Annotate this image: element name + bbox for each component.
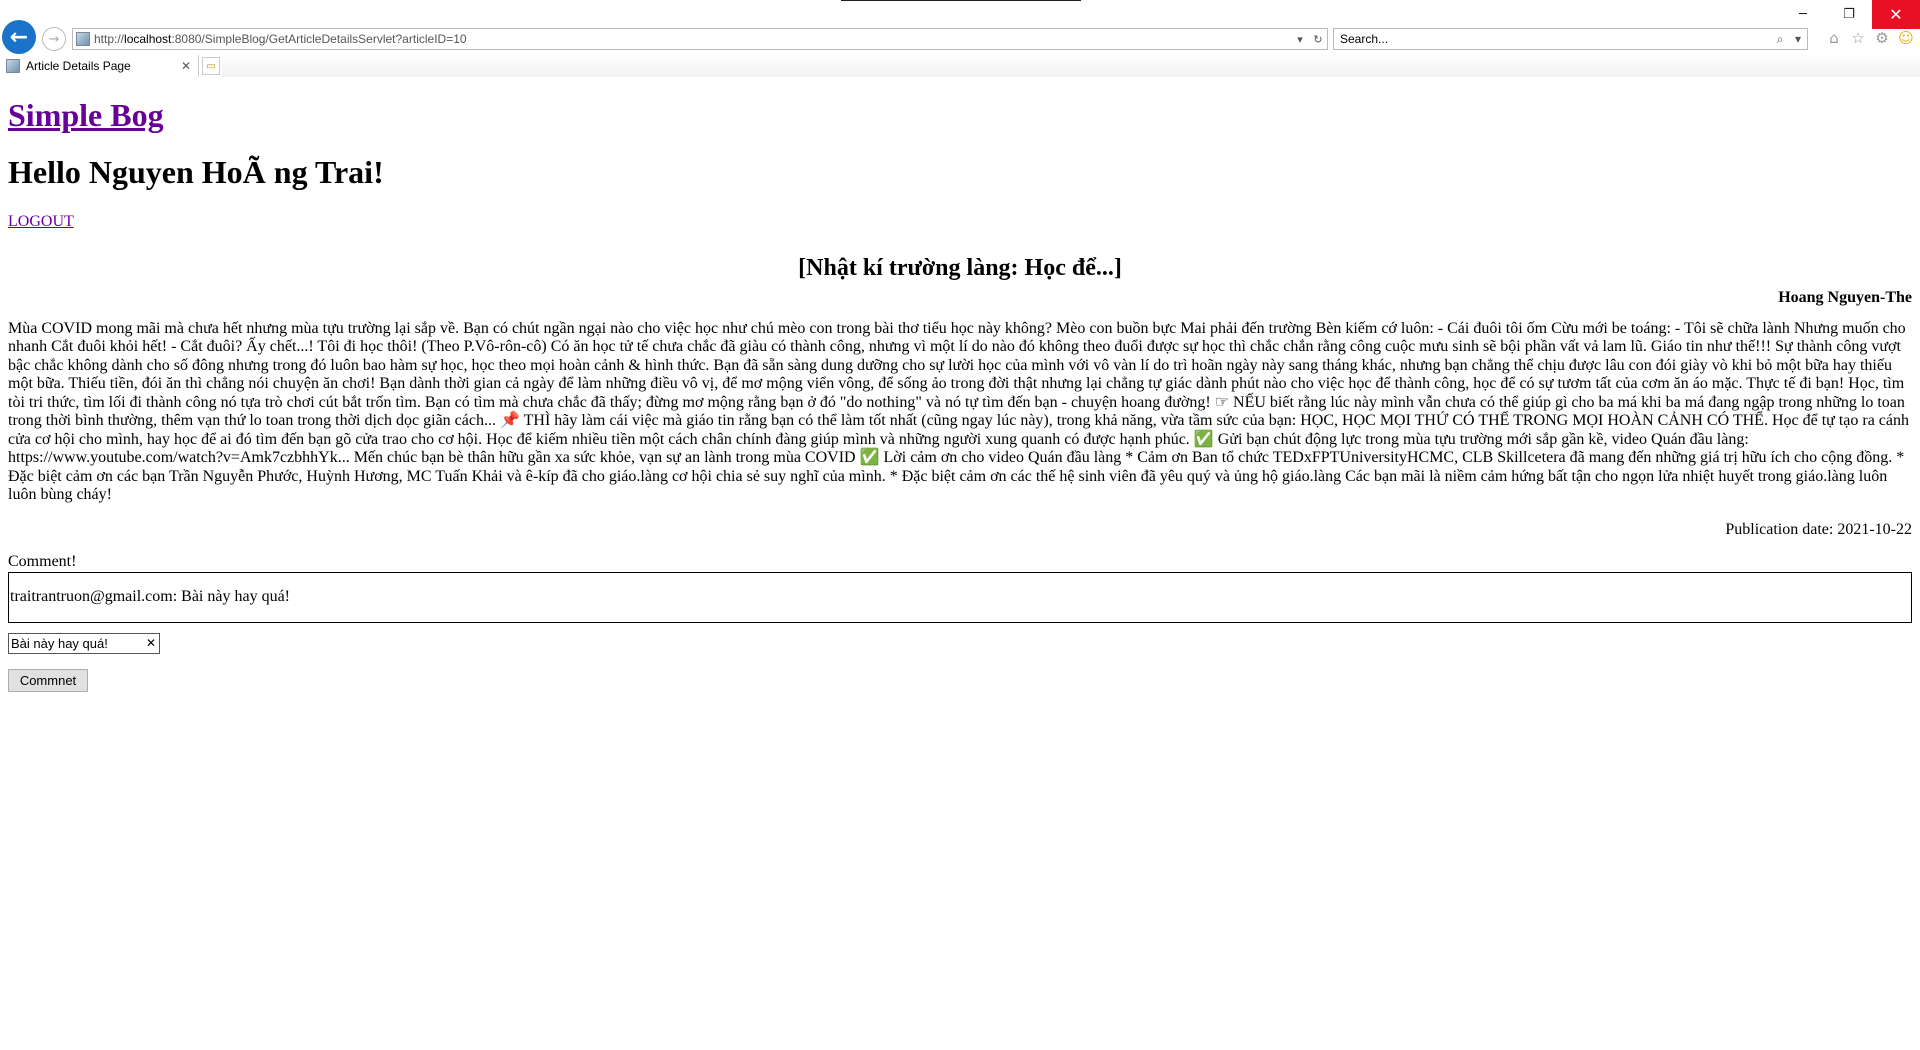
tab-favicon-icon [6, 59, 20, 73]
back-button[interactable]: ← [2, 20, 36, 54]
search-box[interactable]: Search... ⌕ ▾ [1333, 28, 1808, 50]
comment-list-box: traitrantruon@gmail.com: Bài này hay quá… [8, 571, 1912, 623]
article-author: Hoang Nguyen-The [1778, 289, 1912, 307]
greeting-heading: Hello Nguyen HoÃ ng Trai! [8, 153, 384, 190]
submit-comment-button[interactable]: Commnet [8, 668, 88, 692]
url-prefix: http:// [94, 32, 125, 46]
forward-arrow-icon: → [48, 31, 60, 47]
site-title-link[interactable]: Simple Bog [8, 97, 164, 133]
tab-label: Article Details Page [26, 59, 131, 73]
site-title: Simple Bog [8, 97, 1912, 134]
back-arrow-icon: ← [9, 24, 29, 50]
tab-article-details[interactable]: Article Details Page ✕ [0, 55, 199, 77]
new-tab-button[interactable]: ▭ [202, 57, 220, 75]
browser-chrome: ─ ❐ ✕ ← → http://localhost:8080/SimpleBl… [0, 0, 1920, 77]
forward-button[interactable]: → [42, 27, 66, 51]
favorites-star-icon[interactable]: ☆ [1848, 28, 1868, 48]
clear-input-icon[interactable]: ✕ [143, 636, 159, 650]
minimize-button[interactable]: ─ [1780, 0, 1826, 29]
page-content: Simple Bog Hello Nguyen HoÃ ng Trai! LOG… [0, 97, 1920, 692]
comment-item: traitrantruon@gmail.com: Bài này hay quá… [10, 588, 290, 606]
browser-tools: ⌂ ☆ ⚙ ☺ [1824, 28, 1916, 48]
search-dropdown-icon[interactable]: ▾ [1789, 32, 1807, 46]
close-window-button[interactable]: ✕ [1872, 0, 1920, 29]
search-placeholder[interactable]: Search... [1334, 32, 1771, 46]
publication-date-line: Publication date: 2021-10-22 [8, 521, 1912, 539]
article-title: [Nhật kí trường làng: Học để...] [798, 254, 1122, 281]
home-icon[interactable]: ⌂ [1824, 28, 1844, 48]
url-host: localhost [124, 32, 172, 46]
search-icon[interactable]: ⌕ [1771, 32, 1789, 47]
settings-gear-icon[interactable]: ⚙ [1872, 28, 1892, 48]
comment-input-field[interactable]: ✕ [8, 632, 160, 654]
refresh-icon[interactable]: ↻ [1309, 33, 1327, 46]
comment-author: traitrantruon@gmail.com [10, 588, 173, 606]
logout-link[interactable]: LOGOUT [8, 213, 74, 231]
url-path: :8080/SimpleBlog/GetArticleDetailsServle… [171, 32, 467, 46]
page-favicon-icon [76, 32, 90, 46]
window-controls: ─ ❐ ✕ [1780, 0, 1920, 29]
tab-close-icon[interactable]: ✕ [178, 59, 194, 73]
tab-bar-background [222, 55, 1920, 77]
publication-date: 2021-10-22 [1837, 520, 1912, 538]
comment-section-label: Comment! [8, 552, 77, 570]
address-bar[interactable]: http://localhost:8080/SimpleBlog/GetArti… [72, 28, 1328, 50]
address-dropdown-icon[interactable]: ▾ [1291, 33, 1309, 46]
comment-input[interactable] [9, 635, 143, 651]
restore-button[interactable]: ❐ [1826, 0, 1872, 29]
feedback-smiley-icon[interactable]: ☺ [1896, 28, 1916, 48]
new-tab-icon: ▭ [206, 60, 216, 72]
tab-bar: Article Details Page ✕ ▭ [0, 55, 1920, 77]
comment-text: Bài này hay quá! [181, 588, 290, 606]
address-url[interactable]: http://localhost:8080/SimpleBlog/GetArti… [94, 32, 1291, 46]
title-strip [841, 0, 1081, 1]
article-body: Mùa COVID mong mãi mà chưa hết nhưng mùa… [8, 319, 1909, 504]
publication-label: Publication date: [1725, 520, 1838, 538]
